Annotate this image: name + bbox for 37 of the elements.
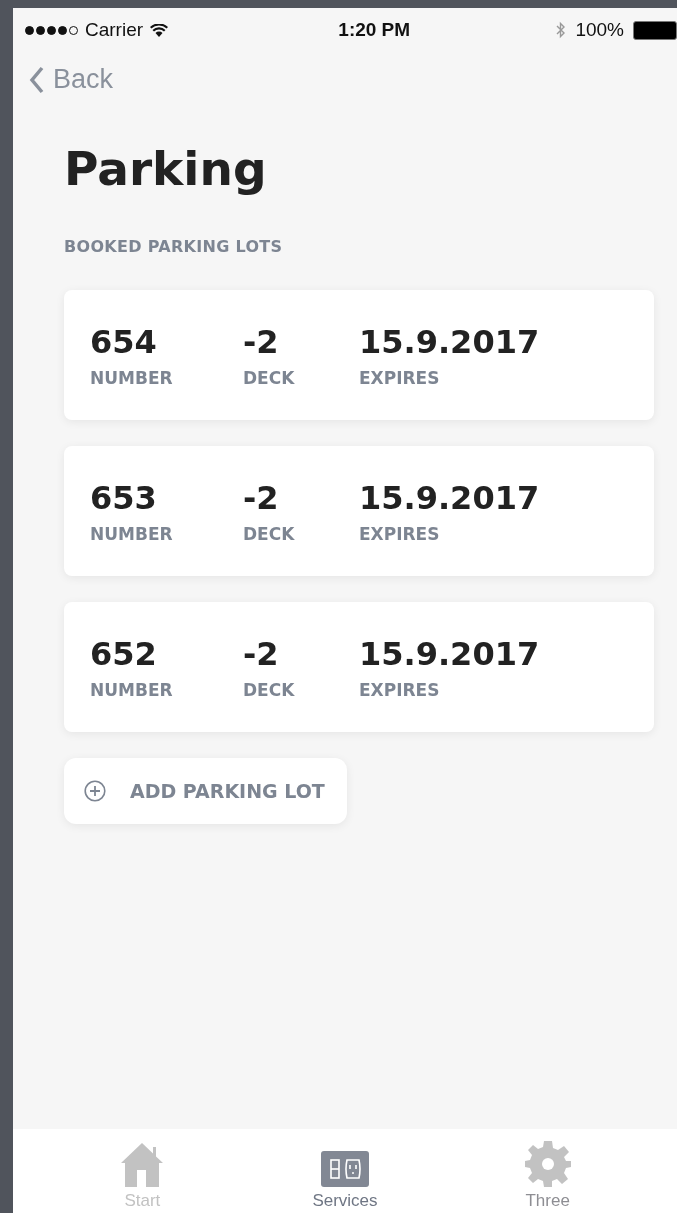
- status-time: 1:20 PM: [338, 19, 411, 41]
- carrier-name: Carrier: [85, 19, 144, 41]
- back-chevron-icon: [29, 65, 45, 94]
- expires-label: EXPIRES: [359, 524, 440, 544]
- battery-percent: 100%: [575, 19, 624, 41]
- number-label: NUMBER: [90, 368, 173, 388]
- bluetooth-icon: [556, 21, 567, 39]
- deck-label: DECK: [243, 368, 295, 388]
- section-heading: BOOKED PARKING LOTS: [64, 237, 283, 256]
- plus-circle-icon: [84, 780, 106, 802]
- expires-label: EXPIRES: [359, 368, 440, 388]
- tab-bar-item[interactable]: Services: [275, 1129, 415, 1213]
- back-button[interactable]: Back: [13, 64, 114, 95]
- power-outlet-icon: [321, 1151, 369, 1187]
- lot-number: 652: [90, 634, 157, 674]
- parking-card[interactable]: 653 NUMBER -2 DECK 15.9.2017 EXPIRES: [64, 446, 654, 576]
- parking-card[interactable]: 652 NUMBER -2 DECK 15.9.2017 EXPIRES: [64, 602, 654, 732]
- add-parking-lot-button[interactable]: ADD PARKING LOT: [64, 758, 347, 824]
- deck-value: -2: [243, 322, 279, 362]
- number-label: NUMBER: [90, 524, 173, 544]
- deck-value: -2: [243, 634, 279, 674]
- expiry-date: 15.9.2017: [359, 634, 540, 674]
- parking-card[interactable]: 654 NUMBER -2 DECK 15.9.2017 EXPIRES: [64, 290, 654, 420]
- deck-value: -2: [243, 478, 279, 518]
- battery-icon: [633, 20, 677, 40]
- number-label: NUMBER: [90, 680, 173, 700]
- expiry-date: 15.9.2017: [359, 322, 540, 362]
- wifi-icon: [150, 23, 169, 37]
- deck-label: DECK: [243, 680, 295, 700]
- settings-icon: [524, 1141, 571, 1187]
- lot-number: 654: [90, 322, 157, 362]
- deck-label: DECK: [243, 524, 295, 544]
- page-title: Parking: [64, 140, 267, 198]
- tab-bar-item[interactable]: Three: [477, 1129, 618, 1213]
- lot-number: 653: [90, 478, 157, 518]
- expires-label: EXPIRES: [359, 680, 440, 700]
- expiry-date: 15.9.2017: [359, 478, 540, 518]
